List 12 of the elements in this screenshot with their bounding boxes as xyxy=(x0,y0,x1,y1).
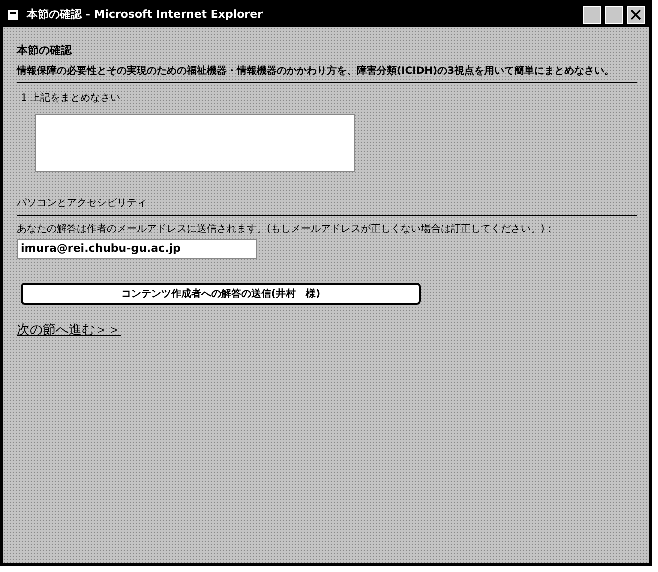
close-button[interactable] xyxy=(627,6,645,24)
instruction-text: 情報保障の必要性とその実現のための福祉機器・情報機器のかかわり方を、障害分類(ICIDH)の3視点を用いて簡単にまとめなさい。 xyxy=(17,64,637,83)
email-field[interactable]: imura@rei.chubu-gu.ac.jp xyxy=(17,239,257,259)
question-label: 1 上記をまとめなさい xyxy=(21,92,122,106)
page-heading: 本節の確認 xyxy=(17,43,74,59)
app-icon xyxy=(7,9,19,21)
send-button[interactable]: コンテンツ作成者への解答の送信(井村 様) xyxy=(21,283,421,305)
section-title: パソコンとアクセシビリティ xyxy=(17,198,147,209)
notice-text: あなたの解答は作者のメールアドレスに送信されます。(もしメールアドレスが正しくない場合は訂正してください。)： xyxy=(17,224,555,235)
answer-box[interactable] xyxy=(35,114,355,172)
window-title: 本節の確認 - Microsoft Internet Explorer xyxy=(27,6,263,23)
next-section-link[interactable]: 次の節へ進む＞＞ xyxy=(17,323,121,338)
